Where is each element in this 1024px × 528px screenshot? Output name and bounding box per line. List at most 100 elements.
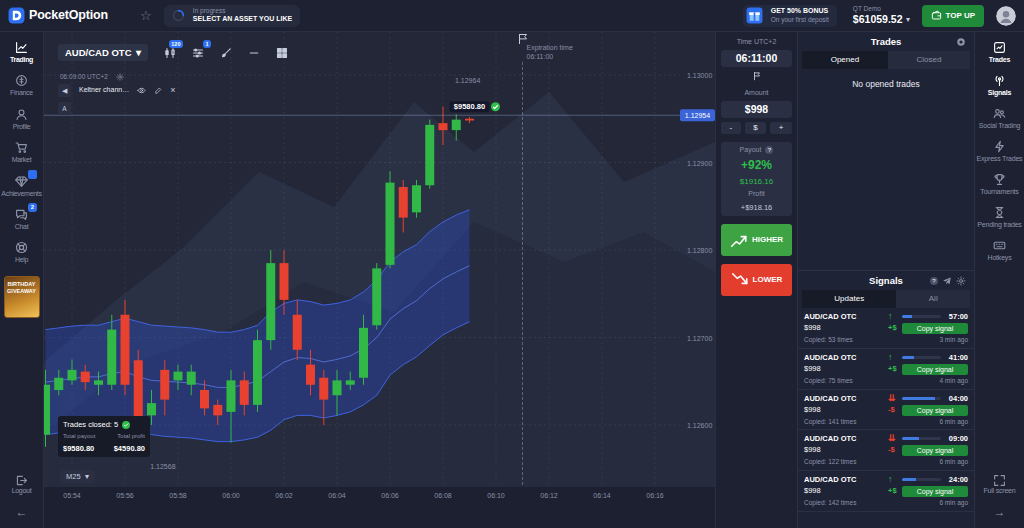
top-up-button[interactable]: TOP UP xyxy=(922,5,985,27)
sidebar-item[interactable]: Trades xyxy=(975,38,1024,67)
people-icon[interactable] xyxy=(993,107,1006,120)
time-tick: 05:56 xyxy=(116,492,134,499)
avatar[interactable] xyxy=(996,6,1016,26)
chart-tool[interactable] xyxy=(248,47,260,59)
account-caret[interactable]: ▾ xyxy=(906,15,910,25)
birthday-giveaway-banner[interactable]: BIRTHDAY GIVEAWAY xyxy=(4,276,40,318)
signals-help-button[interactable]: ? xyxy=(930,277,938,285)
chart-line-icon[interactable] xyxy=(15,41,28,54)
left-sidebar: Trading Finance Profile Market Achievements 2… xyxy=(0,32,44,528)
amount-button[interactable]: + xyxy=(770,122,792,134)
trophy-icon[interactable] xyxy=(993,173,1006,186)
flag-icon[interactable] xyxy=(752,71,762,81)
hourglass-icon[interactable] xyxy=(993,206,1006,219)
expiry-time-field[interactable]: 06:11:00 xyxy=(721,50,792,67)
candle-body xyxy=(399,187,408,218)
lightning-icon[interactable] xyxy=(993,140,1006,153)
coin-icon[interactable] xyxy=(15,74,28,87)
sidebar-item[interactable]: Express Trades xyxy=(975,137,1024,166)
asset-selector[interactable]: AUD/CAD OTC▾ xyxy=(58,44,148,61)
pencil-icon[interactable] xyxy=(154,87,162,95)
trade-result-marker[interactable]: $9580.80 xyxy=(450,101,501,112)
telegram-icon[interactable] xyxy=(942,276,952,286)
sidebar-item[interactable]: Help xyxy=(0,238,43,267)
sidebar-item[interactable]: Social Trading xyxy=(975,104,1024,133)
flag-row xyxy=(721,71,792,81)
trades-closed-summary[interactable]: Trades closed: 5Total payoutTotal profit… xyxy=(58,416,150,457)
sidebar-item[interactable]: Hotkeys xyxy=(975,236,1024,265)
grid-line xyxy=(231,32,232,487)
gear-icon[interactable] xyxy=(116,73,124,81)
logo-text[interactable]: PocketOption xyxy=(29,8,108,23)
user-icon[interactable] xyxy=(15,108,28,121)
favorite-star-icon[interactable]: ☆ xyxy=(140,9,152,22)
candle xyxy=(44,370,50,447)
drawing-marker[interactable]: A xyxy=(58,102,71,115)
trades-tab[interactable]: Closed xyxy=(888,51,970,69)
payout-help-button[interactable]: ? xyxy=(765,146,773,154)
eye-icon[interactable] xyxy=(137,86,146,95)
indicators-icon[interactable] xyxy=(192,47,204,59)
copy-signal-button[interactable]: Copy signal xyxy=(902,445,968,456)
collapse-indicators-button[interactable]: ◀ xyxy=(58,84,71,97)
antenna-icon[interactable] xyxy=(993,74,1006,87)
lower-button[interactable]: LOWER xyxy=(721,264,792,296)
collapse-sidebar-button[interactable]: ← xyxy=(16,502,28,522)
sidebar-item[interactable]: Profile xyxy=(0,105,43,134)
logout-button[interactable]: Logout xyxy=(0,471,43,498)
copy-signal-button[interactable]: Copy signal xyxy=(902,364,968,375)
copy-signal-button[interactable]: Copy signal xyxy=(902,405,968,416)
cart-icon[interactable] xyxy=(15,141,28,154)
copy-signal-button[interactable]: Copy signal xyxy=(902,323,968,334)
logout-icon[interactable] xyxy=(15,474,28,487)
candle xyxy=(465,117,474,123)
lifebuoy-icon[interactable] xyxy=(15,241,28,254)
logo-icon[interactable] xyxy=(8,7,25,24)
sidebar-item[interactable]: Achievements xyxy=(0,172,43,201)
logo[interactable]: PocketOption xyxy=(8,7,108,24)
sidebar-item[interactable]: Signals xyxy=(975,71,1024,100)
settings-disc-icon[interactable] xyxy=(956,37,966,47)
chart-tool[interactable]: 120 xyxy=(164,47,176,59)
remove-indicator-button[interactable]: × xyxy=(170,86,175,95)
diamond-icon[interactable] xyxy=(15,175,28,188)
sidebar-item[interactable]: Trading xyxy=(0,38,43,67)
trades-icon[interactable] xyxy=(993,41,1006,54)
chart-tool[interactable]: 1 xyxy=(192,47,204,59)
amount-button[interactable]: $ xyxy=(745,122,767,134)
chat-bubbles-icon[interactable] xyxy=(15,208,28,221)
brush-icon[interactable] xyxy=(220,47,232,59)
signals-tab[interactable]: All xyxy=(896,290,970,308)
amount-button[interactable]: - xyxy=(721,122,741,134)
sidebar-item[interactable]: 2Chat xyxy=(0,205,43,234)
avatar-icon[interactable] xyxy=(996,6,1016,26)
account-switcher[interactable]: QT Demo$61059.52▾ xyxy=(853,5,910,25)
line-icon[interactable] xyxy=(248,47,260,59)
timeframe-selector[interactable]: M25▾ xyxy=(60,470,95,483)
signal-amount: $998 xyxy=(804,405,888,416)
task-progress[interactable]: In progressSELECT AN ASSET YOU LIKE xyxy=(164,5,300,27)
copy-signal-button[interactable]: Copy signal xyxy=(902,486,968,497)
keyboard-icon[interactable] xyxy=(993,239,1006,252)
higher-button[interactable]: HIGHER xyxy=(721,224,792,256)
sidebar-item[interactable]: Pending trades xyxy=(975,203,1024,232)
amount-field[interactable]: $998 xyxy=(721,101,792,118)
gear-icon[interactable] xyxy=(956,276,966,286)
candles-icon[interactable] xyxy=(164,47,176,59)
trades-tab[interactable]: Opened xyxy=(802,51,888,69)
chart-tool[interactable] xyxy=(276,47,288,59)
sidebar-item[interactable]: Finance xyxy=(0,71,43,100)
signal-amount: $998 xyxy=(804,364,888,375)
wallet-icon xyxy=(931,10,942,21)
fullscreen-icon[interactable] xyxy=(993,474,1006,487)
chart-tool[interactable] xyxy=(220,47,232,59)
layout-grid-icon[interactable] xyxy=(276,47,288,59)
signals-tab[interactable]: Updates xyxy=(802,290,896,308)
expand-sidebar-button[interactable]: → xyxy=(994,502,1006,522)
sidebar-item[interactable]: Tournaments xyxy=(975,170,1024,199)
bonus-banner[interactable]: GET 50% BONUSOn your first deposit xyxy=(743,5,837,27)
sidebar-item[interactable]: Market xyxy=(0,138,43,167)
fullscreen-button[interactable]: Full screen xyxy=(975,471,1024,498)
candle xyxy=(54,370,63,395)
chart-area[interactable]: 1.130001.129001.128001.127001.1260005:54… xyxy=(44,32,715,528)
